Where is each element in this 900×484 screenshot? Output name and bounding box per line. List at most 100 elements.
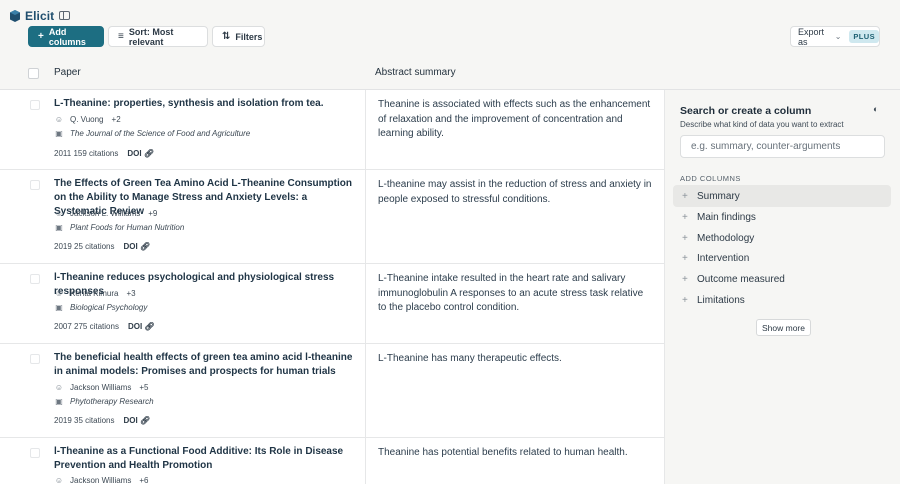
- sliders-icon: ⇅: [222, 30, 231, 42]
- column-divider: [365, 344, 366, 437]
- column-divider: [365, 438, 366, 484]
- abstract-summary: L-Theanine intake resulted in the heart …: [378, 273, 644, 313]
- column-option-label: Summary: [697, 190, 740, 202]
- column-divider: [365, 264, 366, 343]
- book-icon: ▣: [55, 223, 63, 232]
- top-bar: Elicit + Add columns ≡ Sort: Most releva…: [0, 0, 900, 60]
- filters-button[interactable]: ⇅ Filters: [212, 26, 265, 47]
- table-header: Paper Abstract summary: [0, 60, 900, 90]
- paper-stats: 2011 159 citations DOI 🔗︎: [54, 149, 154, 158]
- abstract-summary: L-Theanine has many therapeutic effects.: [378, 353, 562, 364]
- column-option-label: Outcome measured: [697, 273, 785, 285]
- brand[interactable]: Elicit: [10, 9, 54, 23]
- sort-button[interactable]: ≡ Sort: Most relevant: [108, 26, 208, 47]
- table-row[interactable]: The beneficial health effects of green t…: [0, 344, 664, 438]
- column-option-label: Main findings: [697, 211, 756, 223]
- row-checkbox[interactable]: [30, 448, 40, 458]
- column-option-label: Methodology: [697, 232, 755, 244]
- doi-link[interactable]: DOI 🔗︎: [124, 416, 151, 425]
- authors: ☺ Jackson L. Williams +9: [54, 209, 157, 218]
- author-name: Jackson L. Williams: [70, 209, 141, 218]
- more-authors[interactable]: +5: [139, 383, 148, 392]
- plus-icon: +: [682, 252, 688, 264]
- filters-label: Filters: [235, 31, 263, 42]
- link-icon: 🔗︎: [139, 416, 151, 425]
- paper-stats: 2019 25 citations DOI 🔗︎: [54, 242, 150, 251]
- select-all-checkbox[interactable]: [28, 68, 39, 79]
- journal: ▣ Biological Psychology: [54, 303, 147, 312]
- year: 2019: [54, 242, 72, 251]
- export-label: Export as: [798, 26, 825, 47]
- row-checkbox[interactable]: [30, 100, 40, 110]
- abstract-summary: L-theanine may assist in the reduction o…: [378, 179, 652, 205]
- doi-link[interactable]: DOI 🔗︎: [124, 242, 151, 251]
- more-authors[interactable]: +6: [139, 476, 148, 484]
- export-button[interactable]: Export as ⌄ PLUS: [790, 26, 880, 47]
- users-icon: ☺: [54, 115, 64, 124]
- column-option-outcome-measured[interactable]: + Outcome measured: [673, 268, 891, 290]
- table-row[interactable]: l-Theanine reduces psychological and phy…: [0, 264, 664, 344]
- users-icon: ☺: [54, 383, 64, 392]
- year: 2011: [54, 149, 72, 158]
- column-option-methodology[interactable]: + Methodology: [673, 227, 891, 249]
- table-row[interactable]: l-Theanine as a Functional Food Additive…: [0, 438, 664, 484]
- book-icon: ▣: [55, 129, 63, 138]
- plus-icon: +: [682, 294, 688, 306]
- book-icon: ▣: [55, 303, 63, 312]
- plus-icon: +: [682, 211, 688, 223]
- plus-icon: +: [682, 232, 688, 244]
- column-divider: [365, 170, 366, 263]
- year: 2007: [54, 322, 72, 331]
- column-option-intervention[interactable]: + Intervention: [673, 247, 891, 269]
- paper-title[interactable]: The beneficial health effects of green t…: [54, 351, 356, 379]
- paper-title[interactable]: l-Theanine as a Functional Food Additive…: [54, 445, 356, 473]
- add-columns-button[interactable]: + Add columns: [28, 26, 104, 47]
- authors: ☺ Jackson Williams +5: [54, 383, 149, 392]
- table-row[interactable]: The Effects of Green Tea Amino Acid L-Th…: [0, 170, 664, 264]
- sort-lines-icon: ≡: [118, 30, 124, 42]
- link-icon: 🔗︎: [143, 149, 154, 158]
- citations: 159 citations: [73, 149, 119, 158]
- show-more-button[interactable]: Show more: [756, 319, 811, 336]
- column-option-summary[interactable]: + Summary: [673, 185, 891, 207]
- journal-name: Phytotherapy Research: [70, 397, 154, 406]
- journal-name: The Journal of the Science of Food and A…: [70, 129, 251, 138]
- sort-label: Sort: Most relevant: [128, 26, 174, 47]
- doi-link[interactable]: DOI 🔗︎: [127, 149, 154, 158]
- panel-subtitle: Describe what kind of data you want to e…: [680, 120, 844, 129]
- table-row[interactable]: L-Theanine: properties, synthesis and is…: [0, 90, 664, 170]
- sidebar-toggle-icon[interactable]: [59, 11, 70, 20]
- plus-icon: +: [682, 273, 688, 285]
- journal-name: Plant Foods for Human Nutrition: [70, 223, 185, 232]
- column-option-label: Limitations: [697, 294, 745, 306]
- section-label: ADD COLUMNS: [680, 174, 741, 183]
- app-name: Elicit: [25, 9, 55, 23]
- link-icon: 🔗︎: [144, 322, 155, 331]
- more-authors[interactable]: +2: [112, 115, 121, 124]
- abstract-summary: Theanine has potential benefits related …: [378, 447, 628, 458]
- paper-title[interactable]: L-Theanine: properties, synthesis and is…: [54, 97, 356, 111]
- panel-title: Search or create a column: [680, 105, 812, 117]
- book-icon: ▣: [55, 397, 63, 406]
- row-checkbox[interactable]: [30, 180, 40, 190]
- column-search-input[interactable]: [680, 135, 885, 158]
- link-icon: 🔗︎: [139, 242, 151, 251]
- more-authors[interactable]: +3: [126, 289, 135, 298]
- row-checkbox[interactable]: [30, 354, 40, 364]
- column-option-main-findings[interactable]: + Main findings: [673, 206, 891, 228]
- chevron-down-icon: ⌄: [834, 31, 842, 41]
- doi-link[interactable]: DOI 🔗︎: [128, 322, 155, 331]
- plus-icon: +: [682, 190, 688, 202]
- panel-info-icon[interactable]: ◐: [873, 104, 878, 114]
- users-icon: ☺: [54, 289, 64, 298]
- row-checkbox[interactable]: [30, 274, 40, 284]
- column-option-label: Intervention: [697, 252, 750, 264]
- author-name: Jackson Williams: [70, 383, 132, 392]
- column-header-paper[interactable]: Paper: [54, 67, 81, 78]
- journal: ▣ Plant Foods for Human Nutrition: [54, 223, 184, 232]
- paper-stats: 2007 275 citations DOI 🔗︎: [54, 322, 155, 331]
- column-header-abstract[interactable]: Abstract summary: [375, 67, 456, 78]
- authors: ☺ Kenta Kimura +3: [54, 289, 136, 298]
- column-option-limitations[interactable]: + Limitations: [673, 289, 891, 311]
- more-authors[interactable]: +9: [148, 209, 157, 218]
